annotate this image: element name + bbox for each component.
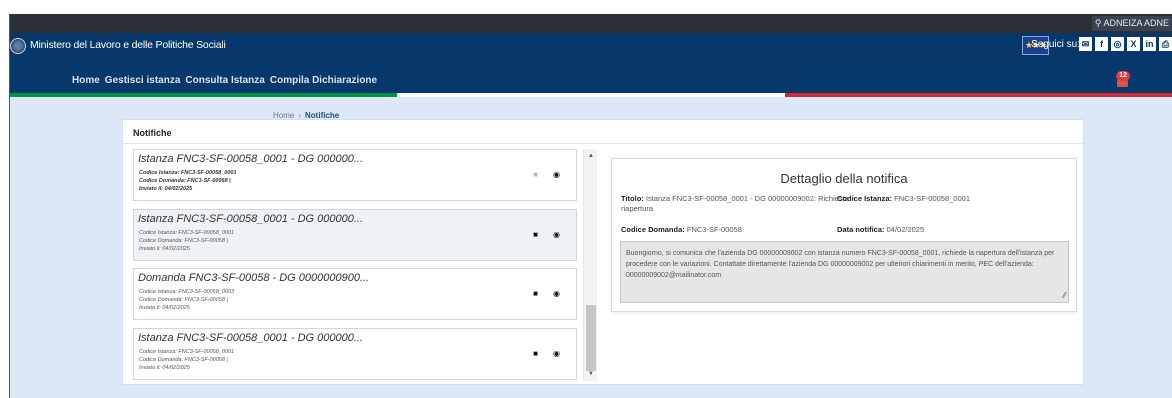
email-icon[interactable]: ✉ [1079, 37, 1092, 51]
notification-title: Istanza FNC3-SF-00058_0001 - DG 000000..… [138, 332, 364, 344]
facebook-icon[interactable]: f [1095, 37, 1108, 51]
utility-bar: ⚲ ADNEIZA ADNE [10, 14, 1172, 33]
list-scrollbar[interactable]: ▲ ▼ [583, 149, 597, 381]
eye-icon[interactable]: ◉ [552, 230, 561, 239]
data-notifica-value: 04/02/2025 [886, 225, 925, 234]
trash-icon[interactable]: ■ [531, 170, 540, 179]
codice-istanza-value: FNC3-SF-00058_0001 [894, 194, 970, 203]
codice-domanda: Codice Domanda: FNC3-SF-00058 | [139, 178, 231, 184]
user-icon: ⚲ [1094, 18, 1102, 28]
list-item[interactable]: Istanza FNC3-SF-00058_0001 - DG 000000..… [133, 149, 577, 201]
nav-consulta-istanza[interactable]: Consulta Istanza [185, 75, 264, 86]
divider [123, 143, 1083, 144]
notification-detail-panel: Dettaglio della notifica Titolo: Istanza… [611, 158, 1077, 312]
notification-count-badge: 12 [1116, 71, 1130, 81]
page-title: Notifiche [133, 128, 172, 138]
codice-domanda-label: Codice Domanda: [621, 225, 685, 234]
codice-domanda: Codice Domanda: FNC3-SF-00058 | [139, 357, 228, 363]
detail-data-notifica: Data notifica: 04/02/2025 [837, 225, 924, 234]
nav-home[interactable]: Home [72, 75, 100, 86]
tricolor-stripe [10, 93, 1172, 97]
inviato-date: Inviato il: 04/02/2025 [139, 305, 190, 311]
inviato-date: Inviato il: 04/02/2025 [139, 186, 193, 192]
instagram-icon[interactable]: ◎ [1111, 37, 1124, 51]
print-icon[interactable]: ⎙ [1159, 37, 1172, 51]
list-item[interactable]: Domanda FNC3-SF-00058 - DG 0000000900...… [133, 268, 577, 320]
detail-codice-istanza: Codice Istanza: FNC3-SF-00058_0001 [837, 194, 970, 203]
list-item[interactable]: Istanza FNC3-SF-00058_0001 - DG 000000..… [133, 209, 577, 261]
notifications-list: Istanza FNC3-SF-00058_0001 - DG 000000..… [133, 149, 597, 381]
social-links: ✉ f ◎ X in ⎙ [1079, 37, 1172, 51]
codice-istanza: Codice Istanza: FNC3-SF-00058_0001 [139, 349, 235, 355]
codice-istanza: Codice Istanza: FNC3-SF-00058_0001 [139, 230, 235, 236]
nav-compila-dichiarazione[interactable]: Compila Dichiarazione [270, 75, 377, 86]
message-textarea[interactable]: Buongiorno, si comunica che l'azienda DG… [620, 241, 1069, 303]
nav-gestisci-istanza[interactable]: Gestisci istanza [105, 75, 181, 86]
eye-icon[interactable]: ◉ [552, 289, 561, 298]
scroll-thumb[interactable] [586, 305, 596, 371]
codice-domanda-value: FNC3-SF-00058 [686, 225, 742, 234]
titolo-label: Titolo: [621, 194, 644, 203]
data-notifica-label: Data notifica: [837, 225, 885, 234]
ministry-name[interactable]: Ministero del Lavoro e delle Politiche S… [30, 39, 226, 51]
trash-icon[interactable]: ■ [531, 230, 540, 239]
notification-title: Domanda FNC3-SF-00058 - DG 0000000900... [138, 272, 370, 284]
inviato-date: Inviato il: 04/02/2025 [139, 246, 190, 252]
codice-istanza-label: Codice Istanza: [837, 194, 893, 203]
browser-viewport: ⚲ ADNEIZA ADNE Ministero del Lavoro e de… [9, 14, 1172, 398]
scroll-down-arrow-icon[interactable]: ▼ [584, 369, 598, 379]
site-header: Ministero del Lavoro e delle Politiche S… [10, 33, 1172, 93]
trash-icon[interactable]: ■ [531, 349, 540, 358]
codice-istanza: Codice Istanza: FNC3-SF-00058_0003 [139, 289, 235, 295]
eye-icon[interactable]: ◉ [552, 349, 561, 358]
scroll-up-arrow-icon[interactable]: ▲ [584, 151, 598, 161]
user-name: ADNEIZA ADNE [1103, 18, 1169, 28]
x-icon[interactable]: X [1127, 37, 1140, 51]
notification-title: Istanza FNC3-SF-00058_0001 - DG 000000..… [138, 153, 364, 165]
list-item[interactable]: Istanza FNC3-SF-00058_0001 - DG 000000..… [133, 328, 577, 380]
message-text: Buongiorno, si comunica che l'azienda DG… [626, 250, 1055, 279]
notifications-bell-icon[interactable]: 12 [1115, 71, 1130, 90]
republic-emblem-icon[interactable] [10, 38, 26, 54]
linkedin-icon[interactable]: in [1143, 37, 1156, 51]
eye-icon[interactable]: ◉ [552, 170, 561, 179]
notifications-card: Notifiche Istanza FNC3-SF-00058_0001 - D… [122, 119, 1084, 385]
detail-codice-domanda: Codice Domanda: FNC3-SF-00058 [621, 225, 742, 234]
resize-handle-icon[interactable]: ⁄⁄ [1063, 292, 1066, 300]
notification-title: Istanza FNC3-SF-00058_0001 - DG 000000..… [138, 213, 364, 225]
trash-icon[interactable]: ■ [531, 289, 540, 298]
main-nav: Home Gestisci istanza Consulta Istanza C… [72, 75, 377, 86]
codice-istanza: Codice Istanza: FNC3-SF-00058_0001 [139, 170, 237, 176]
titolo-value: Istanza FNC3-SF-00058_0001 - DG 00000009… [621, 194, 849, 213]
detail-heading: Dettaglio della notifica [780, 171, 908, 186]
inviato-date: Inviato il: 04/02/2025 [139, 365, 190, 371]
codice-domanda: Codice Domanda: FNC3-SF-00058 | [139, 238, 228, 244]
user-login-button[interactable]: ⚲ ADNEIZA ADNE [1091, 16, 1172, 31]
follow-label: Seguici su: [1031, 39, 1080, 50]
codice-domanda: Codice Domanda: FNC3-SF-00058 | [139, 297, 228, 303]
detail-titolo: Titolo: Istanza FNC3-SF-00058_0001 - DG … [621, 194, 851, 214]
